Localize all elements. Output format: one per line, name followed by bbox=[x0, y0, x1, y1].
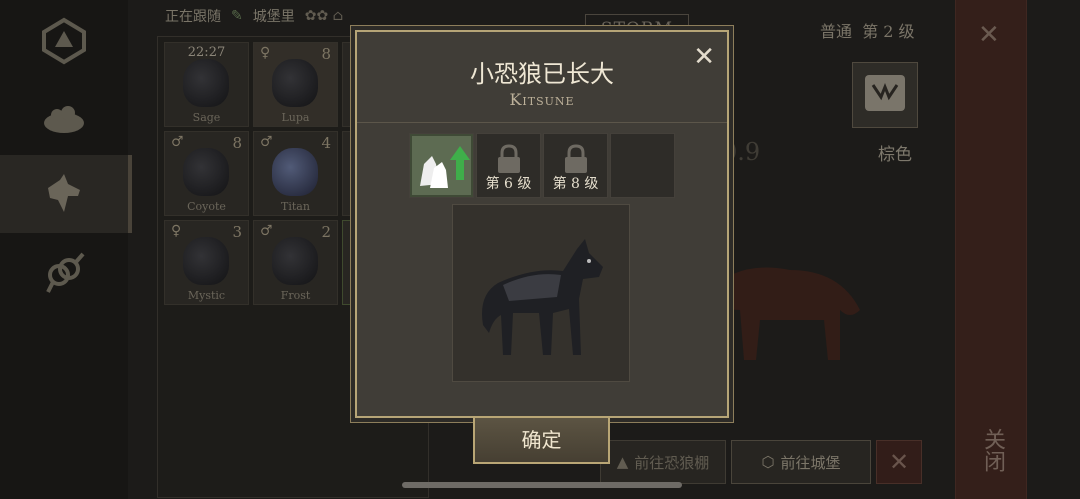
growth-dialog: 小恐狼已长大 Kitsune ✕ 第 6 级 第 8 级 bbox=[355, 30, 729, 418]
wolf-growth-up-icon bbox=[412, 136, 471, 195]
wolf-figure-icon bbox=[482, 239, 603, 355]
close-icon[interactable]: ✕ bbox=[693, 42, 715, 72]
scrollbar[interactable] bbox=[402, 482, 682, 488]
wolf-name-subtitle: Kitsune bbox=[509, 90, 575, 109]
growth-stage-locked: 第 8 级 bbox=[543, 133, 608, 198]
divider bbox=[357, 122, 727, 123]
dialog-title: 小恐狼已长大 bbox=[470, 60, 614, 88]
stage-label: 第 8 级 bbox=[552, 176, 599, 192]
lock-icon bbox=[498, 144, 520, 173]
lock-icon bbox=[565, 144, 587, 173]
confirm-button[interactable]: 确定 bbox=[473, 416, 610, 464]
growth-stage-empty bbox=[610, 133, 675, 198]
growth-stage-current bbox=[409, 133, 474, 198]
stage-label: 第 6 级 bbox=[485, 176, 532, 192]
adult-wolf-portrait bbox=[452, 204, 630, 382]
growth-stage-locked: 第 6 级 bbox=[476, 133, 541, 198]
